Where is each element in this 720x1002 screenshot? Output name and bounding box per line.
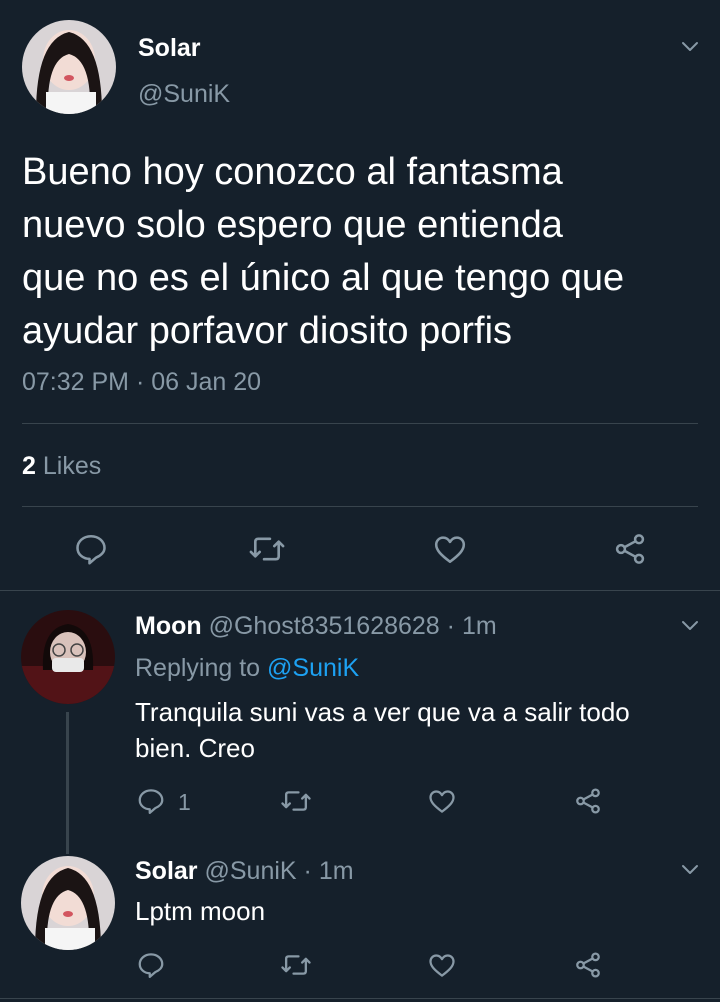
tweet-text-line: nuevo solo espero que entienda <box>22 204 563 246</box>
tweet-text-line: ayudar porfavor diosito porfis <box>22 310 513 352</box>
replying-to: Replying to @SuniK <box>135 654 359 683</box>
tweet-text: Bueno hoy conozco al fantasma nuevo solo… <box>22 146 712 358</box>
separator-dot: · <box>446 612 455 640</box>
likes-label: Likes <box>42 452 102 480</box>
divider <box>22 423 698 424</box>
reply-count: 1 <box>178 789 191 815</box>
reply-text: Tranquila suni vas a ver que va a salir … <box>135 694 705 766</box>
chevron-down-icon[interactable] <box>678 614 702 638</box>
reply-icon[interactable] <box>73 531 109 567</box>
avatar[interactable] <box>21 856 115 950</box>
reply-icon[interactable] <box>136 786 166 816</box>
like-icon[interactable] <box>432 531 468 567</box>
divider <box>0 998 720 999</box>
like-icon[interactable] <box>427 786 457 816</box>
chevron-down-icon[interactable] <box>678 858 702 882</box>
author-handle[interactable]: @SuniK <box>138 80 230 109</box>
share-icon[interactable] <box>573 786 603 816</box>
reply-author-name[interactable]: Solar <box>135 857 198 885</box>
tweet-text-line: que no es el único al que tengo que <box>22 257 625 299</box>
tweet-timestamp[interactable]: 07:32 PM · 06 Jan 20 <box>22 368 261 397</box>
replying-to-label: Replying to <box>135 654 261 682</box>
reply-text: Lptm moon <box>135 896 266 926</box>
author-name[interactable]: Solar <box>138 34 201 63</box>
thread-line <box>66 712 69 854</box>
reply-header: Moon @Ghost8351628628 · 1m <box>135 612 497 641</box>
reply-header: Solar @SuniK · 1m <box>135 857 354 886</box>
share-icon[interactable] <box>612 531 648 567</box>
retweet-icon[interactable] <box>280 786 312 816</box>
reply-author-handle[interactable]: @Ghost8351628628 <box>209 612 440 640</box>
retweet-icon[interactable] <box>248 531 286 567</box>
reply-text-line: bien. Creo <box>135 733 255 763</box>
separator-dot: · <box>303 857 312 885</box>
likes-summary[interactable]: 2 Likes <box>22 452 101 481</box>
reply-author-name[interactable]: Moon <box>135 612 202 640</box>
divider <box>22 506 698 507</box>
retweet-icon[interactable] <box>280 950 312 980</box>
reply-author-handle[interactable]: @SuniK <box>204 857 296 885</box>
reply-time[interactable]: 1m <box>319 857 354 885</box>
reply-icon[interactable] <box>136 950 166 980</box>
divider <box>0 590 720 591</box>
likes-count: 2 <box>22 452 36 480</box>
reply-text-line: Tranquila suni vas a ver que va a salir … <box>135 697 630 727</box>
like-icon[interactable] <box>427 950 457 980</box>
avatar[interactable] <box>21 610 115 704</box>
chevron-down-icon[interactable] <box>678 35 702 59</box>
avatar[interactable] <box>22 20 116 114</box>
replying-to-handle[interactable]: @SuniK <box>267 654 359 682</box>
reply-time[interactable]: 1m <box>462 612 497 640</box>
share-icon[interactable] <box>573 950 603 980</box>
tweet-text-line: Bueno hoy conozco al fantasma <box>22 151 563 193</box>
